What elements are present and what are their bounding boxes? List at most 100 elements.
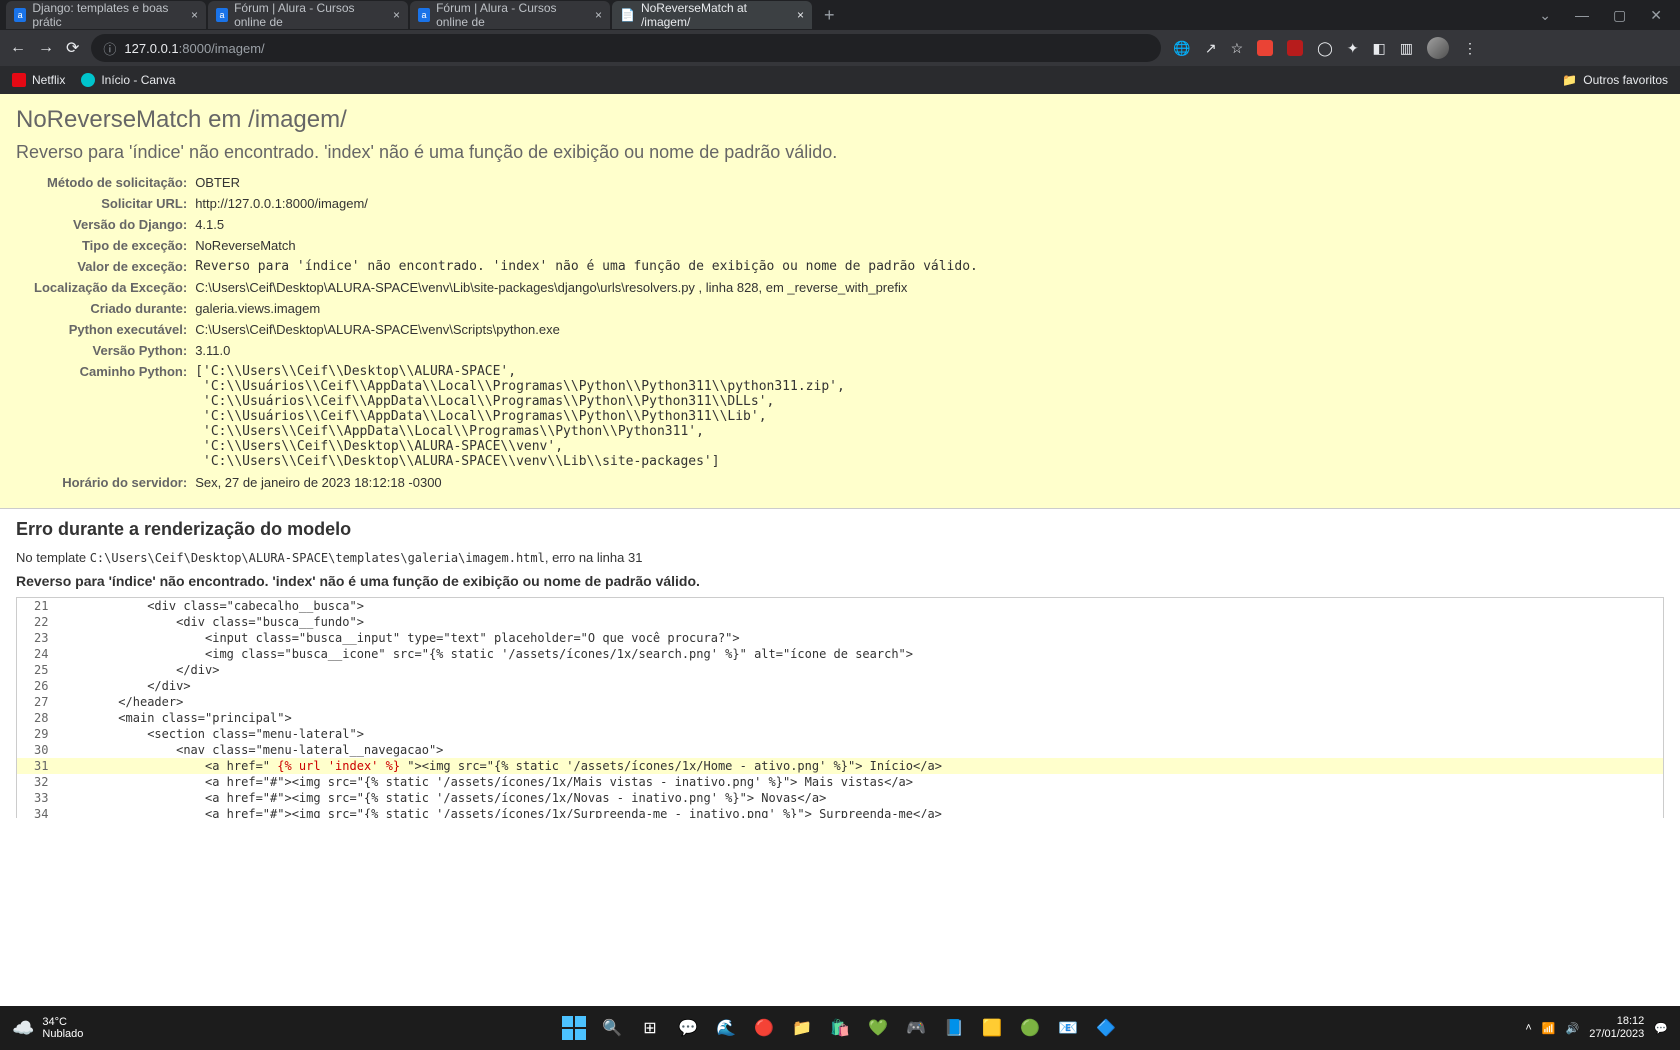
code-content: </header>	[57, 694, 1664, 710]
browser-tabbar: aDjango: templates e boas prátic× aFórum…	[0, 0, 1680, 30]
error-info-table: Método de solicitação:OBTER Solicitar UR…	[32, 171, 980, 494]
info-value: 3.11.0	[195, 341, 978, 360]
mail-icon[interactable]: 📧	[1054, 1014, 1082, 1042]
info-value: Sex, 27 de janeiro de 2023 18:12:18 -030…	[195, 473, 978, 492]
info-label: Localização da Exceção:	[34, 278, 193, 297]
extensions-icon[interactable]: ✦	[1347, 40, 1359, 57]
clock[interactable]: 18:12 27/01/2023	[1589, 1015, 1644, 1041]
code-content: <a href="#"><img src="{% static '/assets…	[57, 790, 1664, 806]
tab-error-active[interactable]: 📄NoReverseMatch at /imagem/×	[612, 1, 812, 29]
netflix-icon	[12, 73, 26, 87]
tray-chevron-icon[interactable]: ˄	[1525, 1022, 1531, 1034]
other-bookmarks[interactable]: 📁Outros favoritos	[1562, 73, 1668, 87]
volume-icon[interactable]: 🔊	[1566, 1022, 1580, 1035]
code-content: <section class="menu-lateral">	[57, 726, 1664, 742]
info-value: NoReverseMatch	[195, 236, 978, 255]
sidepanel-icon[interactable]: ◧	[1373, 40, 1386, 57]
info-label: Método de solicitação:	[34, 173, 193, 192]
spotify-icon[interactable]: 🟢	[1016, 1014, 1044, 1042]
tab-alura2[interactable]: aFórum | Alura - Cursos online de×	[410, 1, 610, 29]
start-button[interactable]	[560, 1014, 588, 1042]
shield-icon[interactable]: ◯	[1317, 40, 1333, 57]
code-content: <img class="busca__icone" src="{% static…	[57, 646, 1664, 662]
word-icon[interactable]: 📘	[940, 1014, 968, 1042]
condition: Nublado	[42, 1028, 83, 1040]
reading-list-icon[interactable]: ▥	[1400, 40, 1413, 57]
line-number: 33	[17, 790, 57, 806]
reload-button[interactable]: ⟳	[66, 38, 79, 58]
info-label: Tipo de exceção:	[34, 236, 193, 255]
info-value: C:\Users\Ceif\Desktop\ALURA-SPACE\venv\L…	[195, 278, 978, 297]
taskview-icon[interactable]: ⊞	[636, 1014, 664, 1042]
search-icon[interactable]: 🔍	[598, 1014, 626, 1042]
chevron-down-icon[interactable]: ⌄	[1527, 7, 1563, 24]
code-content: <div class="cabecalho__busca">	[57, 598, 1664, 615]
line-number: 28	[17, 710, 57, 726]
info-value: Reverso para 'índice' não encontrado. 'i…	[195, 257, 978, 276]
edge-icon[interactable]: 🌊	[712, 1014, 740, 1042]
share-icon[interactable]: ↗	[1205, 40, 1217, 57]
bookmark-netflix[interactable]: Netflix	[12, 73, 65, 87]
teams-icon[interactable]: 💬	[674, 1014, 702, 1042]
menu-icon[interactable]: ⋮	[1463, 40, 1477, 57]
address-bar[interactable]: ⓘ 127.0.0.1:8000/imagem/	[91, 34, 1161, 62]
profile-avatar[interactable]	[1427, 37, 1449, 59]
code-content: <a href=" {% url 'index' %} "><img src="…	[57, 758, 1664, 774]
browser-toolbar: ← → ⟳ ⓘ 127.0.0.1:8000/imagem/ 🌐 ↗ ☆ ◯ ✦…	[0, 30, 1680, 66]
close-button[interactable]: ✕	[1638, 7, 1674, 24]
folder-icon: 📁	[1562, 73, 1577, 87]
line-number: 27	[17, 694, 57, 710]
close-icon[interactable]: ×	[393, 8, 400, 22]
explorer-icon[interactable]: 📁	[788, 1014, 816, 1042]
app-icon[interactable]: 🟨	[978, 1014, 1006, 1042]
back-button[interactable]: ←	[10, 39, 26, 57]
line-number: 23	[17, 630, 57, 646]
tab-title: Fórum | Alura - Cursos online de	[234, 1, 383, 29]
translate-icon[interactable]: 🌐	[1173, 40, 1190, 57]
error-subhead: Reverso para 'índice' não encontrado. 'i…	[16, 573, 1664, 589]
close-icon[interactable]: ×	[191, 8, 198, 22]
new-tab-button[interactable]: +	[814, 5, 845, 26]
info-label: Versão do Django:	[34, 215, 193, 234]
page-content: NoReverseMatch em /imagem/ Reverso para …	[0, 94, 1680, 818]
code-content: <a href="#"><img src="{% static '/assets…	[57, 806, 1664, 818]
line-number: 31	[17, 758, 57, 774]
discord-icon[interactable]: 🎮	[902, 1014, 930, 1042]
weather-widget[interactable]: ☁️ 34°C Nublado	[12, 1016, 83, 1040]
code-line: 34 <a href="#"><img src="{% static '/ass…	[17, 806, 1664, 818]
minimize-button[interactable]: —	[1563, 7, 1601, 23]
store-icon[interactable]: 🛍️	[826, 1014, 854, 1042]
maximize-button[interactable]: ▢	[1601, 7, 1638, 24]
error-subtitle: Reverso para 'índice' não encontrado. 'i…	[16, 142, 1664, 163]
code-line: 33 <a href="#"><img src="{% static '/ass…	[17, 790, 1664, 806]
line-number: 34	[17, 806, 57, 818]
code-line: 25 </div>	[17, 662, 1664, 678]
close-icon[interactable]: ×	[797, 8, 804, 22]
star-icon[interactable]: ☆	[1231, 40, 1244, 57]
time: 18:12	[1589, 1015, 1644, 1028]
code-content: <main class="principal">	[57, 710, 1664, 726]
line-number: 22	[17, 614, 57, 630]
code-line: 32 <a href="#"><img src="{% static '/ass…	[17, 774, 1664, 790]
close-icon[interactable]: ×	[595, 8, 602, 22]
tab-alura1[interactable]: aFórum | Alura - Cursos online de×	[208, 1, 408, 29]
bookmark-canva[interactable]: Início - Canva	[81, 73, 175, 87]
info-value: 4.1.5	[195, 215, 978, 234]
notifications-icon[interactable]: 💬	[1654, 1022, 1668, 1035]
code-line: 26 </div>	[17, 678, 1664, 694]
info-label: Horário do servidor:	[34, 473, 193, 492]
chrome-icon[interactable]: 🔴	[750, 1014, 778, 1042]
tab-title: Django: templates e boas prátic	[32, 1, 181, 29]
code-line: 24 <img class="busca__icone" src="{% sta…	[17, 646, 1664, 662]
extension-icon[interactable]	[1287, 40, 1303, 56]
extension-icon[interactable]	[1257, 40, 1273, 56]
code-line: 27 </header>	[17, 694, 1664, 710]
vscode-icon[interactable]: 🔷	[1092, 1014, 1120, 1042]
forward-button[interactable]: →	[38, 39, 54, 57]
windows-taskbar: ☁️ 34°C Nublado 🔍 ⊞ 💬 🌊 🔴 📁 🛍️ 💚 🎮 📘 🟨 🟢…	[0, 1006, 1680, 1050]
info-icon[interactable]: ⓘ	[103, 39, 116, 58]
whatsapp-icon[interactable]: 💚	[864, 1014, 892, 1042]
wifi-icon[interactable]: 📶	[1542, 1022, 1556, 1035]
code-content: <nav class="menu-lateral__navegacao">	[57, 742, 1664, 758]
tab-django[interactable]: aDjango: templates e boas prátic×	[6, 1, 206, 29]
